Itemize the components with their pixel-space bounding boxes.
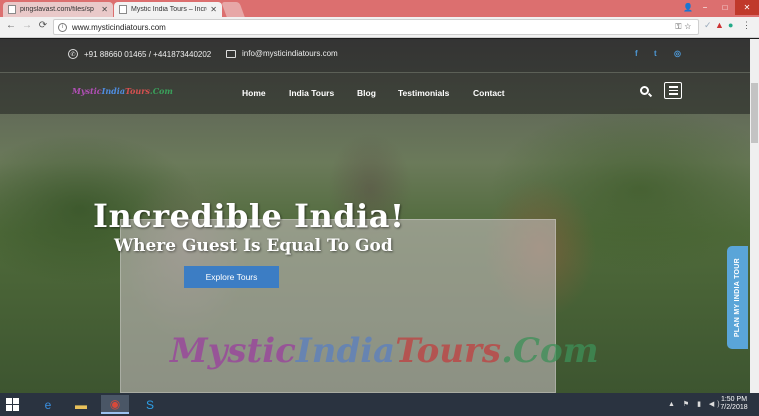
extension-check-icon[interactable]: ✓ [704, 20, 712, 31]
page-icon [8, 5, 16, 14]
scrollbar-thumb[interactable] [751, 83, 758, 143]
email-text: info@mysticindiatours.com [242, 49, 338, 58]
close-icon[interactable]: ✕ [210, 5, 217, 14]
browser-tab-mysticindia[interactable]: Mystic India Tours – Incre ✕ [114, 2, 222, 17]
phone-text: +91 88660 01465 / +441873440202 [84, 49, 212, 59]
instagram-icon[interactable]: ◎ [674, 49, 681, 58]
whatsapp-icon: ✆ [68, 49, 78, 59]
site-logo[interactable]: MysticIndiaTours.Com [72, 86, 173, 96]
contact-topbar: ✆ +91 88660 01465 / +441873440202 info@m… [0, 39, 750, 72]
plan-tab-label: PLAN MY INDIA TOUR [734, 257, 741, 338]
nav-blog[interactable]: Blog [357, 88, 376, 98]
back-icon[interactable]: ← [4, 20, 18, 31]
reload-icon[interactable]: ⟳ [36, 20, 50, 31]
windows-start-icon[interactable] [6, 398, 20, 411]
user-icon[interactable]: 👤 [681, 0, 695, 15]
facebook-icon[interactable]: f [635, 49, 638, 58]
file-explorer-icon[interactable]: ▬ [67, 395, 95, 414]
page-scrollbar[interactable] [750, 39, 759, 393]
address-bar: ← → ⟳ i www.mysticindiatours.com ⚿☆ ✓ ▲ … [0, 17, 759, 38]
url-text: www.mysticindiatours.com [72, 22, 166, 32]
explore-tours-button[interactable]: Explore Tours [184, 266, 279, 288]
hero-headline: Incredible India! [93, 197, 405, 235]
tab-title: Mystic India Tours – Incre [131, 6, 208, 13]
banner-sign-text: MysticIndiaTours.Com [170, 331, 599, 371]
page-icon [119, 5, 127, 14]
plan-my-india-tour-tab[interactable]: PLAN MY INDIA TOUR [727, 246, 748, 349]
menu-dots-icon[interactable]: ⋮ [742, 20, 751, 31]
nav-india-tours[interactable]: India Tours [289, 88, 334, 98]
nav-contact[interactable]: Contact [473, 88, 505, 98]
clock-date: 7/2/2018 [720, 404, 748, 411]
tab-title: pingslavast.com/files/sp [20, 6, 94, 13]
browser-tab-bar: pingslavast.com/files/sp ✕ Mystic India … [0, 0, 759, 17]
internet-explorer-icon[interactable]: e [34, 395, 62, 414]
star-icon[interactable]: ☆ [684, 22, 694, 31]
taskbar-clock[interactable]: 1:50 PM 7/2/2018 [714, 396, 754, 412]
extension-avast-icon[interactable]: ▲ [715, 20, 724, 30]
search-icon[interactable] [640, 86, 649, 95]
omnibox-actions: ⚿☆ [675, 22, 694, 32]
nav-testimonials[interactable]: Testimonials [398, 88, 449, 98]
maximize-button[interactable]: □ [715, 0, 735, 15]
minimize-button[interactable]: − [695, 0, 715, 15]
email-contact[interactable]: info@mysticindiatours.com [226, 49, 338, 58]
forward-icon[interactable]: → [20, 20, 34, 31]
phone-contact[interactable]: ✆ +91 88660 01465 / +441873440202 [68, 49, 211, 59]
info-icon[interactable]: i [58, 22, 67, 32]
mail-icon [226, 49, 236, 58]
new-tab-button[interactable] [221, 2, 245, 17]
clock-time: 1:50 PM [720, 396, 748, 403]
windows-taskbar: e ▬ ◉ S ▲ ⚑ ▮ ◀) 1:50 PM 7/2/2018 [0, 393, 759, 416]
chrome-icon[interactable]: ◉ [101, 395, 129, 414]
nav-home[interactable]: Home [242, 88, 266, 98]
twitter-icon[interactable]: t [654, 49, 657, 58]
skype-icon[interactable]: S [136, 395, 164, 414]
close-window-button[interactable]: ✕ [735, 0, 759, 15]
browser-tab-pingslavast[interactable]: pingslavast.com/files/sp ✕ [3, 2, 113, 17]
window-controls: 👤 − □ ✕ [681, 0, 759, 17]
main-navigation: MysticIndiaTours.Com Home India Tours Bl… [0, 73, 750, 114]
hero-subheadline: Where Guest Is Equal To God [114, 236, 393, 256]
web-page: MysticIndiaTours.Com ✆ +91 88660 01465 /… [0, 39, 759, 393]
close-icon[interactable]: ✕ [101, 5, 108, 14]
url-field[interactable]: i www.mysticindiatours.com ⚿☆ [53, 19, 699, 35]
extension-grammarly-icon[interactable]: ● [728, 20, 733, 30]
hamburger-menu-button[interactable] [664, 82, 682, 99]
